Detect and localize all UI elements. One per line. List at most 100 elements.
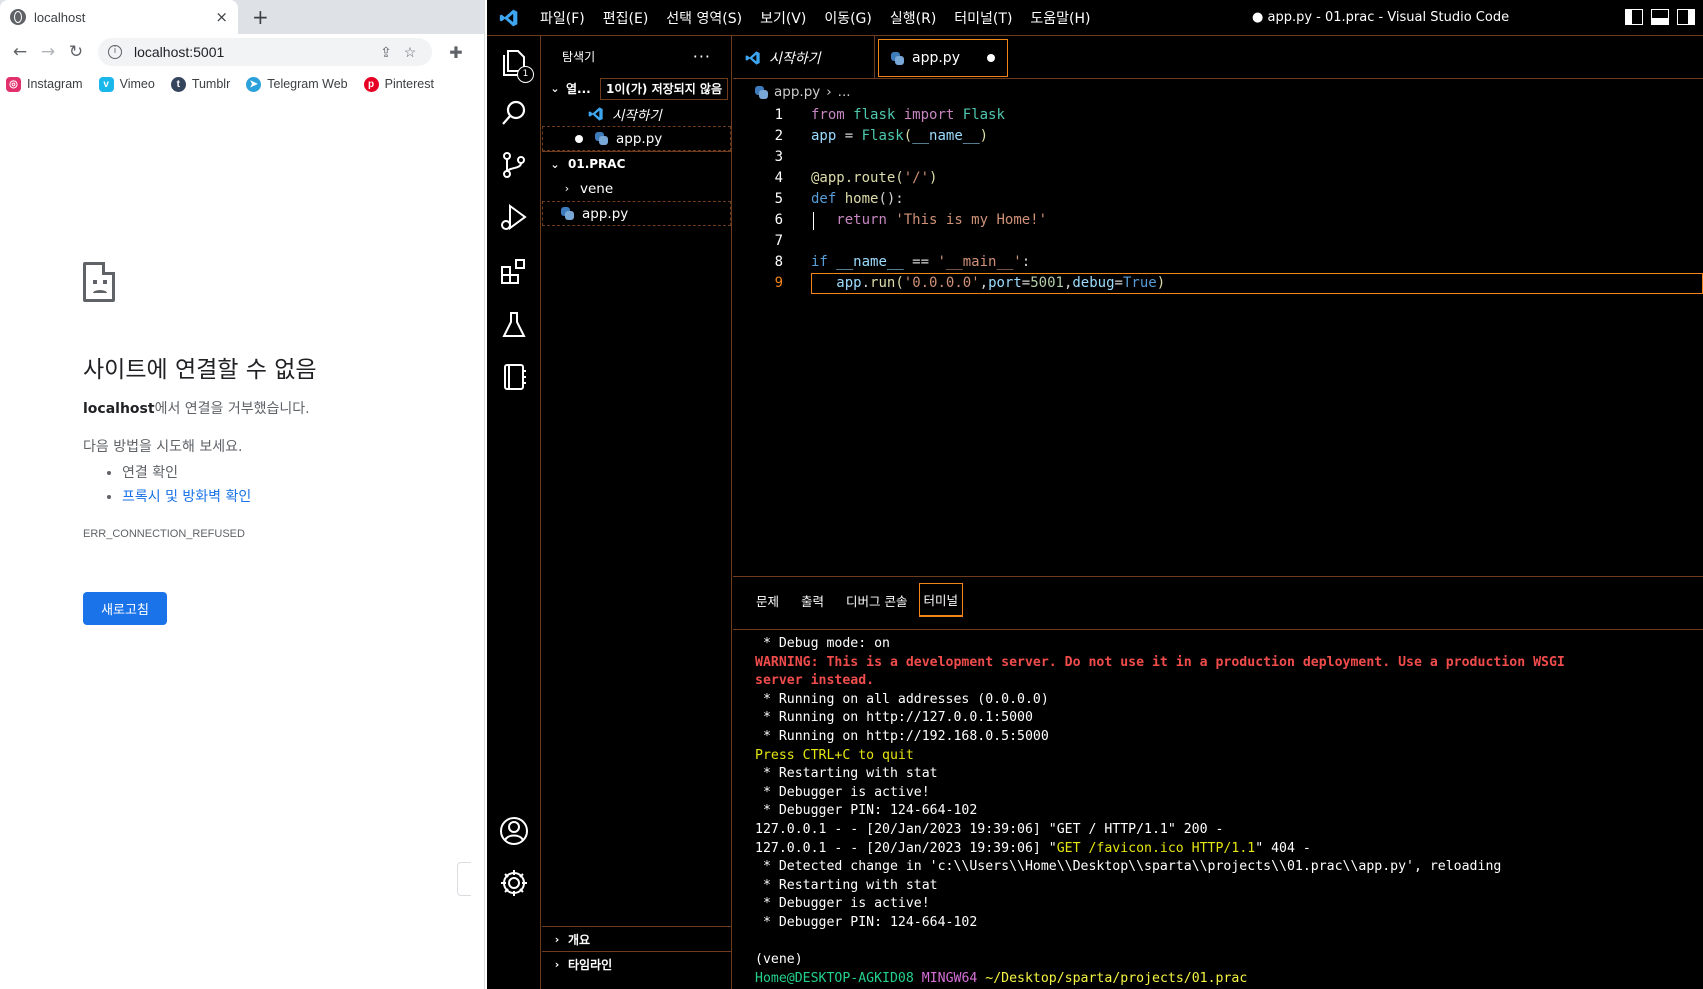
more-actions-icon[interactable]: ···	[693, 47, 711, 66]
toggle-panel-icon[interactable]	[1651, 9, 1669, 25]
line-number: 8	[774, 254, 783, 270]
code-text: def home():	[811, 189, 904, 210]
bookmark-pinterest[interactable]: p Pinterest	[363, 76, 434, 92]
bookmark-instagram[interactable]: ◎ Instagram	[6, 76, 83, 92]
suggestion-item: 연결 확인	[122, 462, 463, 482]
activity-bar: 1	[487, 36, 541, 989]
bookmark-star-icon[interactable]: ☆	[398, 44, 422, 61]
tab-terminal[interactable]: 터미널	[918, 583, 964, 617]
error-message: localhost에서 연결을 거부했습니다.	[83, 398, 463, 418]
line-number: 7	[774, 233, 783, 249]
account-icon[interactable]	[497, 814, 531, 848]
settings-gear-icon[interactable]	[497, 866, 531, 900]
tab-close-icon[interactable]: ×	[215, 8, 228, 26]
error-message-text: 에서 연결을 거부했습니다.	[154, 401, 310, 417]
code-line: 3	[733, 147, 1703, 168]
terminal-line: (vene)	[755, 952, 803, 968]
editor-area: 시작하기 app.py app.py › ... 1 from flask im…	[733, 36, 1703, 576]
menu-view[interactable]: 보기(V)	[751, 8, 815, 28]
reload-button[interactable]: 새로고침	[83, 592, 167, 625]
bookmark-vimeo[interactable]: v Vimeo	[98, 76, 155, 92]
extensions-icon[interactable]: ✚	[442, 43, 470, 62]
browser-window: localhost × + ← → ↻ i localhost:5001 ⇪ ☆…	[0, 0, 485, 989]
log-suffix: " 404 -	[1255, 840, 1311, 856]
tab-debug-console[interactable]: 디버그 콘솔	[835, 591, 918, 610]
folder-item-vene[interactable]: › vene	[542, 176, 731, 201]
token: app	[811, 128, 837, 144]
breadcrumb-file[interactable]: app.py	[774, 84, 820, 100]
menu-help[interactable]: 도움말(H)	[1021, 8, 1099, 28]
proxy-firewall-link[interactable]: 프록시 및 방화벽 확인	[122, 489, 251, 505]
code-editor[interactable]: 1 from flask import Flask 2 app = Flask(…	[733, 105, 1703, 294]
menu-terminal[interactable]: 터미널(T)	[945, 8, 1021, 28]
back-button[interactable]: ←	[6, 42, 34, 62]
globe-icon	[10, 9, 26, 25]
menu-edit[interactable]: 편집(E)	[594, 8, 658, 28]
address-bar[interactable]: i localhost:5001 ⇪ ☆	[98, 38, 432, 66]
extensions-icon[interactable]	[497, 254, 531, 288]
bookmark-label: Pinterest	[384, 77, 434, 91]
breadcrumb: app.py › ...	[733, 79, 1703, 105]
new-tab-button[interactable]: +	[252, 5, 269, 29]
line-number: 5	[774, 191, 783, 207]
token: flask	[853, 107, 896, 123]
toggle-sidebar-icon[interactable]	[1625, 9, 1643, 25]
token: __name__	[836, 254, 904, 270]
terminal-line: * Debugger is active!	[755, 896, 930, 912]
vscode-logo-icon	[487, 8, 531, 28]
testing-flask-icon[interactable]	[497, 308, 531, 342]
details-button[interactable]	[457, 862, 471, 896]
terminal-output[interactable]: * Debug mode: on WARNING: This is a deve…	[755, 635, 1695, 988]
tab-output[interactable]: 출력	[790, 591, 835, 610]
python-file-icon	[595, 132, 608, 145]
tab-app-py[interactable]: app.py	[878, 39, 1008, 77]
site-info-icon[interactable]: i	[108, 45, 122, 59]
breadcrumb-chevron-icon: ›	[826, 84, 832, 100]
share-icon[interactable]: ⇪	[374, 44, 398, 61]
menu-file[interactable]: 파일(F)	[531, 8, 594, 28]
unsaved-dot-icon	[575, 134, 583, 143]
timeline-section[interactable]: › 타임라인	[542, 951, 732, 976]
code-line: 7	[733, 231, 1703, 252]
unsaved-dot-icon[interactable]	[987, 54, 995, 62]
bookmark-tumblr[interactable]: t Tumblr	[170, 76, 230, 92]
open-editors-section[interactable]: ⌄ 열... 1이(가) 저장되지 않음	[542, 76, 731, 101]
token: '/'	[903, 170, 930, 186]
menu-selection[interactable]: 선택 영역(S)	[657, 8, 751, 28]
code-line: 8 if __name__ == '__main__':	[733, 252, 1703, 273]
outline-section[interactable]: › 개요	[542, 926, 732, 951]
token: ():	[878, 191, 904, 207]
error-page: 사이트에 연결할 수 없음 localhost에서 연결을 거부했습니다. 다음…	[83, 262, 471, 896]
forward-button[interactable]: →	[34, 42, 62, 62]
tab-problems[interactable]: 문제	[745, 591, 790, 610]
line-number: 4	[774, 170, 783, 186]
token: import	[903, 107, 955, 123]
token: Flask	[861, 128, 904, 144]
toggle-secondary-sidebar-icon[interactable]	[1677, 9, 1695, 25]
open-editor-welcome[interactable]: 시작하기	[542, 101, 731, 126]
explorer-icon[interactable]: 1	[497, 46, 534, 83]
prompt-path: ~/Desktop/sparta/projects/01.prac	[985, 970, 1248, 986]
menu-go[interactable]: 이동(G)	[815, 8, 881, 28]
layout-controls	[1625, 9, 1695, 25]
title-bar: 파일(F) 편집(E) 선택 영역(S) 보기(V) 이동(G) 실행(R) 터…	[487, 0, 1703, 36]
search-icon[interactable]	[497, 96, 531, 130]
editor-tabs: 시작하기 app.py	[733, 36, 1703, 79]
folder-item-app-py[interactable]: app.py	[542, 201, 731, 226]
bookmark-telegram[interactable]: ➤ Telegram Web	[246, 76, 348, 92]
breadcrumb-rest[interactable]: ...	[838, 84, 851, 100]
token: =	[836, 128, 862, 144]
token: home	[844, 191, 879, 207]
menu-run[interactable]: 실행(R)	[881, 8, 945, 28]
run-debug-icon[interactable]	[497, 200, 531, 234]
browser-tab[interactable]: localhost ×	[0, 0, 238, 34]
token: __name__	[912, 128, 980, 144]
notebook-icon[interactable]	[497, 360, 531, 394]
vscode-window: 파일(F) 편집(E) 선택 영역(S) 보기(V) 이동(G) 실행(R) 터…	[487, 0, 1703, 989]
source-control-icon[interactable]	[497, 148, 531, 182]
open-editor-app-py[interactable]: app.py	[542, 126, 731, 151]
tab-welcome[interactable]: 시작하기	[733, 36, 875, 79]
address-url[interactable]: localhost:5001	[134, 44, 374, 60]
folder-section-01prac[interactable]: ⌄ 01.PRAC	[542, 151, 731, 176]
reload-icon[interactable]: ↻	[62, 42, 90, 62]
